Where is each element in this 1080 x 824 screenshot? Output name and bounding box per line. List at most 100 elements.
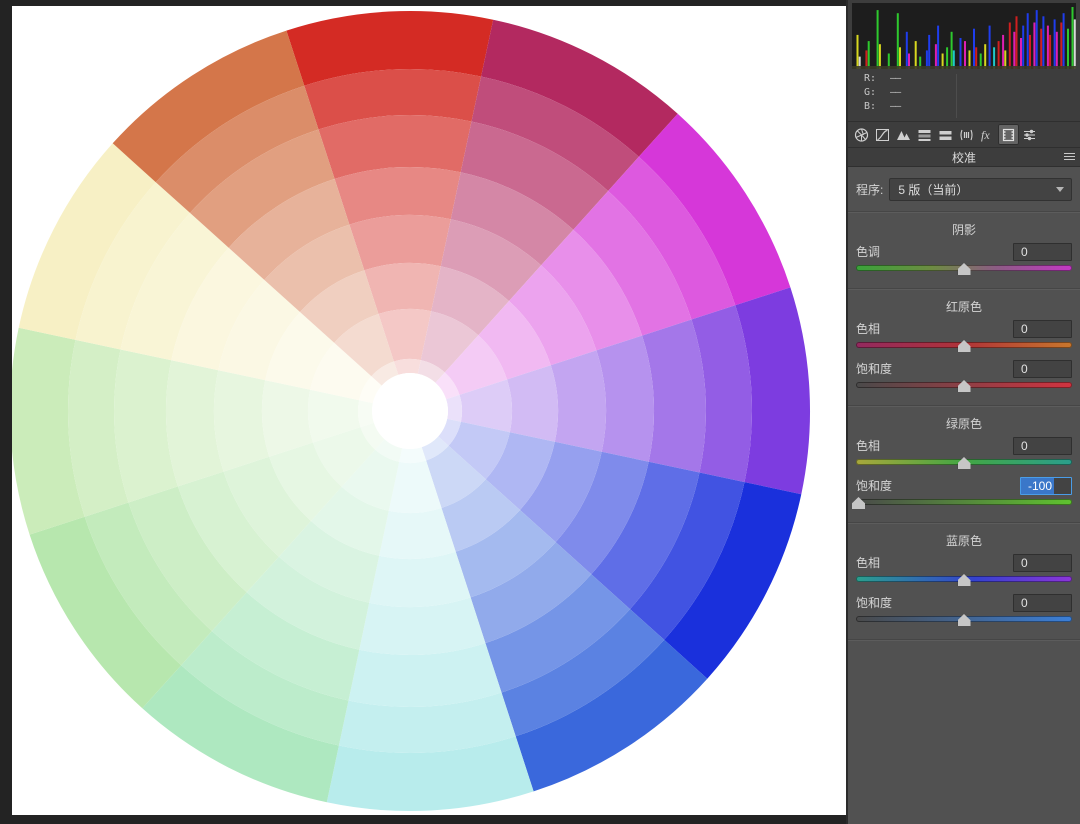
slider-row: 色调 0: [856, 242, 1072, 261]
rgb-value-b: ——: [890, 101, 901, 112]
app-window: R: —— G: —— B: —— fx 校准 程序: 5 版（当前） 阴影 色…: [0, 0, 1080, 824]
wheel-segment-red: [393, 358, 421, 375]
slider: [856, 573, 1072, 587]
slider-value-input[interactable]: 0: [1013, 593, 1072, 612]
presets-sliders-icon: [1024, 129, 1035, 140]
section-divider: [848, 288, 1080, 290]
mountains-icon: [897, 130, 910, 140]
tab-hsl-grayscale[interactable]: [914, 124, 935, 145]
fx-icon: fx: [981, 128, 990, 142]
slider-label: 色相: [856, 556, 881, 570]
calibration-panel: 程序: 5 版（当前） 阴影 色调 0 红原色 色相 0 饱和度 0 绿原色 色相 0 饱和度 -100…: [848, 167, 1080, 824]
readout-divider: [956, 74, 957, 118]
rgb-value-r: ——: [890, 73, 901, 84]
slider-row: 色相 0: [856, 436, 1072, 455]
wheel-segment-violet: [550, 350, 606, 452]
slider-label: 色调: [856, 245, 881, 259]
selected-text: -100: [1021, 477, 1055, 494]
slider-row: 饱和度 -100: [856, 476, 1072, 495]
section-3: 蓝原色色相 0 饱和度 0: [848, 532, 1080, 639]
section-title: 阴影: [951, 223, 976, 237]
tab-presets[interactable]: [1019, 124, 1040, 145]
tone-curve-icon: [876, 128, 889, 141]
rgb-label-b: B:: [864, 101, 877, 112]
wheel-segment-violet: [446, 394, 463, 422]
wheel-segment-pale-yellow-green: [357, 400, 374, 428]
section-title: 红原色: [945, 300, 982, 314]
section-2: 绿原色色相 0 饱和度 -100: [848, 415, 1080, 522]
slider-row: 色相 0: [856, 319, 1072, 338]
section-title: 绿原色: [945, 417, 982, 431]
process-version-select[interactable]: 5 版（当前）: [889, 178, 1072, 201]
process-label: 程序:: [856, 183, 884, 197]
lens-correction-icon: [960, 129, 973, 140]
slider-row: 色相 0: [856, 553, 1072, 572]
process-row: 程序: 5 版（当前）: [856, 178, 1072, 201]
slider: [852, 496, 1072, 510]
slider-sections: 阴影 色调 0 红原色 色相 0 饱和度 0 绿原色 色相 0 饱和度 -100 蓝原色 色相 0 饱和度 0: [848, 221, 1080, 641]
section-title: 蓝原色: [945, 534, 982, 548]
slider-value-input[interactable]: 0: [1013, 436, 1072, 455]
slider-value-input[interactable]: -100: [1020, 476, 1072, 495]
tab-calibration[interactable]: [998, 124, 1019, 145]
svg-text:fx: fx: [981, 128, 990, 142]
rgb-row-red: R: ——: [848, 72, 1080, 86]
rgb-label-g: G:: [864, 87, 877, 98]
aperture-icon: [854, 127, 869, 142]
slider-label: 饱和度: [856, 362, 893, 376]
section-divider: [848, 211, 1080, 213]
rgb-readout: R: —— G: —— B: ——: [848, 72, 1080, 120]
slider-track[interactable]: [856, 499, 1072, 505]
slider-label: 饱和度: [856, 596, 893, 610]
wheel-segment-pale-aqua: [369, 551, 471, 607]
wheel-segment-red: [349, 215, 451, 271]
chevron-down-icon: [1056, 187, 1064, 192]
rgb-row-green: G: ——: [848, 86, 1080, 100]
slider-value-input[interactable]: 0: [1013, 242, 1072, 261]
histogram: [852, 3, 1076, 69]
section-1: 红原色色相 0 饱和度 0: [848, 298, 1080, 405]
section-divider: [848, 405, 1080, 407]
tab-detail[interactable]: [893, 124, 914, 145]
hsl-bars-icon: [918, 129, 931, 141]
slider: [856, 339, 1072, 353]
slider: [856, 456, 1072, 470]
slider-row: 饱和度 0: [856, 593, 1072, 612]
tab-lens-corrections[interactable]: [956, 124, 977, 145]
panel-title: 校准: [951, 151, 976, 165]
slider-value-input[interactable]: 0: [1013, 553, 1072, 572]
document-canvas[interactable]: [12, 6, 846, 815]
panel-tabs: fx: [848, 122, 1080, 147]
tab-tone-curve[interactable]: [872, 124, 893, 145]
panel-header: 校准: [848, 147, 1080, 167]
slider-value-input[interactable]: 0: [1013, 319, 1072, 338]
slider: [856, 379, 1072, 393]
slider-value-input[interactable]: 0: [1013, 359, 1072, 378]
slider-label: 色相: [856, 322, 881, 336]
wheel-segment-pale-yellow-green: [214, 370, 270, 472]
process-version-value: 5 版（当前）: [898, 183, 969, 197]
slider-row: 饱和度 0: [856, 359, 1072, 378]
document-pasteboard: [0, 0, 848, 824]
rgb-row-blue: B: ——: [848, 100, 1080, 114]
split-toning-icon: [939, 130, 952, 140]
section-0: 阴影色调 0: [848, 221, 1080, 288]
slider: [856, 262, 1072, 276]
rgb-value-g: ——: [890, 87, 901, 98]
section-divider: [848, 522, 1080, 524]
camera-calibration-icon: [1002, 128, 1015, 141]
slider-label: 色相: [856, 439, 881, 453]
adjustments-panel: R: —— G: —— B: —— fx 校准 程序: 5 版（当前） 阴影 色…: [848, 0, 1080, 824]
color-wheel-image: [12, 10, 811, 812]
tab-split-toning[interactable]: [935, 124, 956, 145]
wheel-center: [372, 373, 448, 449]
slider-label: 饱和度: [856, 479, 893, 493]
tab-effects[interactable]: fx: [977, 124, 998, 145]
rgb-label-r: R:: [864, 73, 877, 84]
wheel-segment-pale-aqua: [399, 447, 427, 464]
slider: [856, 613, 1072, 627]
histogram-zone: R: —— G: —— B: ——: [848, 0, 1080, 122]
tab-basic[interactable]: [851, 124, 872, 145]
panel-menu-icon[interactable]: [1064, 153, 1075, 161]
section-divider: [848, 639, 1080, 641]
